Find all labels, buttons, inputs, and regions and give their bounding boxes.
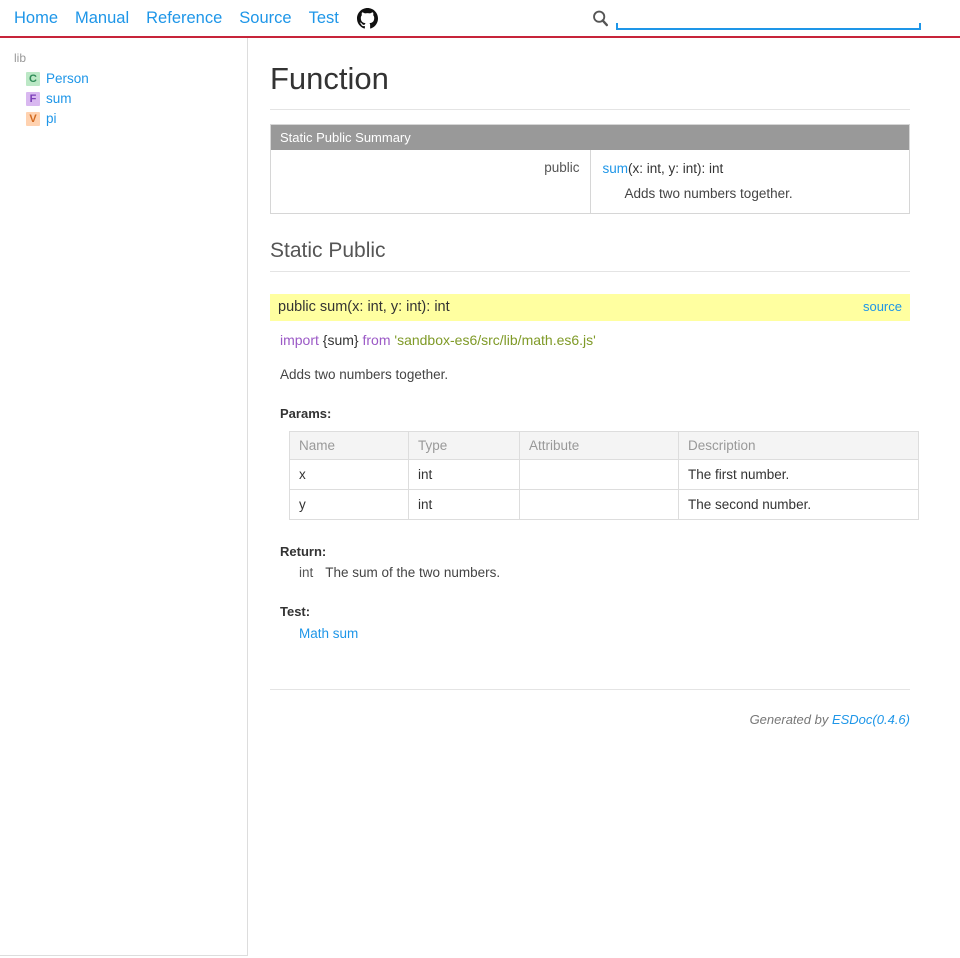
param-description: The second number. bbox=[678, 489, 919, 521]
page-layout: lib C Person F sum V pi Function Static … bbox=[0, 38, 960, 956]
return-type: int bbox=[299, 565, 314, 581]
detail-signature: public sum(x: int, y: int): int bbox=[278, 298, 450, 315]
sidebar-item-label[interactable]: sum bbox=[46, 89, 72, 109]
column-header-name: Name bbox=[289, 431, 409, 461]
summary-access: public bbox=[270, 150, 591, 214]
detail-signature-bar: public sum(x: int, y: int): int source bbox=[270, 293, 910, 321]
search-box bbox=[590, 5, 921, 31]
params-label: Params: bbox=[280, 406, 332, 422]
detail-body: import {sum} from 'sandbox-es6/src/lib/m… bbox=[270, 331, 919, 641]
summary-caption: Static Public Summary bbox=[270, 124, 910, 151]
param-name: y bbox=[289, 489, 409, 521]
sidebar-dir-label: lib bbox=[14, 51, 27, 65]
sidebar-item-label[interactable]: Person bbox=[46, 69, 89, 89]
table-header-row: Name Type Attribute Description bbox=[289, 431, 919, 461]
esdoc-link[interactable]: ESDoc(0.4.6) bbox=[832, 712, 910, 727]
return-label: Return: bbox=[280, 544, 327, 560]
column-header-attribute: Attribute bbox=[519, 431, 679, 461]
table-header-row: Static Public Summary bbox=[270, 124, 910, 151]
summary-signature: sum(x: int, y: int): int bbox=[603, 160, 900, 178]
nav-link-reference[interactable]: Reference bbox=[146, 10, 222, 27]
param-type: int bbox=[408, 459, 520, 491]
param-type: int bbox=[408, 489, 520, 521]
section-title-static-public: Static Public bbox=[270, 238, 910, 272]
nav-link-test[interactable]: Test bbox=[309, 10, 339, 27]
summary-signature-rest: (x: int, y: int): int bbox=[628, 161, 724, 177]
params-table: Name Type Attribute Description x int Th… bbox=[289, 431, 919, 521]
param-name: x bbox=[289, 459, 409, 491]
from-keyword: from bbox=[362, 331, 391, 348]
column-header-description: Description bbox=[678, 431, 919, 461]
return-value: int The sum of the two numbers. bbox=[299, 565, 910, 580]
param-description: The first number. bbox=[678, 459, 919, 491]
class-kind-icon: C bbox=[26, 71, 40, 86]
summary-signature-link[interactable]: sum bbox=[603, 161, 629, 176]
summary-description: Adds two numbers together. bbox=[624, 185, 793, 201]
sidebar-item-label[interactable]: pi bbox=[46, 109, 57, 129]
return-description: The sum of the two numbers. bbox=[325, 565, 501, 581]
param-attribute bbox=[519, 459, 679, 491]
sidebar-item-person[interactable]: C Person bbox=[26, 69, 247, 89]
variable-kind-icon: V bbox=[26, 111, 40, 126]
table-row: x int The first number. bbox=[289, 459, 919, 491]
table-row: public sum(x: int, y: int): int Adds two… bbox=[270, 150, 910, 214]
footer-generated-text: Generated by bbox=[749, 712, 832, 728]
page-title: Function bbox=[270, 60, 910, 111]
summary-entry: sum(x: int, y: int): int Adds two number… bbox=[590, 150, 910, 213]
sidebar-item-pi[interactable]: V pi bbox=[26, 109, 247, 129]
nav-link-source[interactable]: Source bbox=[239, 10, 291, 27]
function-kind-icon: F bbox=[26, 91, 40, 106]
param-attribute bbox=[519, 489, 679, 521]
test-label: Test: bbox=[280, 604, 311, 620]
github-icon[interactable] bbox=[356, 7, 378, 29]
import-binding: {sum} bbox=[322, 331, 359, 348]
function-detail: public sum(x: int, y: int): int source i… bbox=[270, 293, 919, 641]
nav-link-home[interactable]: Home bbox=[14, 10, 58, 27]
sidebar: lib C Person F sum V pi bbox=[0, 38, 248, 956]
table-row: y int The second number. bbox=[289, 489, 919, 521]
site-header: Home Manual Reference Source Test bbox=[0, 0, 960, 38]
nav-link-manual[interactable]: Manual bbox=[75, 10, 129, 27]
static-public-summary-table: Static Public Summary public sum(x: int,… bbox=[270, 124, 910, 214]
test-link[interactable]: Math sum bbox=[299, 626, 358, 641]
search-input[interactable] bbox=[616, 8, 921, 30]
import-path: 'sandbox-es6/src/lib/math.es6.js' bbox=[394, 331, 596, 348]
source-link[interactable]: source bbox=[863, 299, 902, 314]
detail-description: Adds two numbers together. bbox=[280, 367, 449, 383]
sidebar-item-sum[interactable]: F sum bbox=[26, 89, 247, 109]
main-content: Function Static Public Summary public su… bbox=[248, 38, 960, 956]
import-statement: import {sum} from 'sandbox-es6/src/lib/m… bbox=[280, 331, 910, 349]
import-keyword: import bbox=[280, 331, 319, 348]
main-navigation: Home Manual Reference Source Test bbox=[0, 7, 378, 29]
search-icon bbox=[593, 10, 609, 27]
test-list: Math sum bbox=[299, 625, 910, 641]
column-header-type: Type bbox=[408, 431, 520, 461]
sidebar-list: C Person F sum V pi bbox=[0, 69, 247, 129]
page-footer: Generated by ESDoc(0.4.6) bbox=[270, 689, 910, 727]
